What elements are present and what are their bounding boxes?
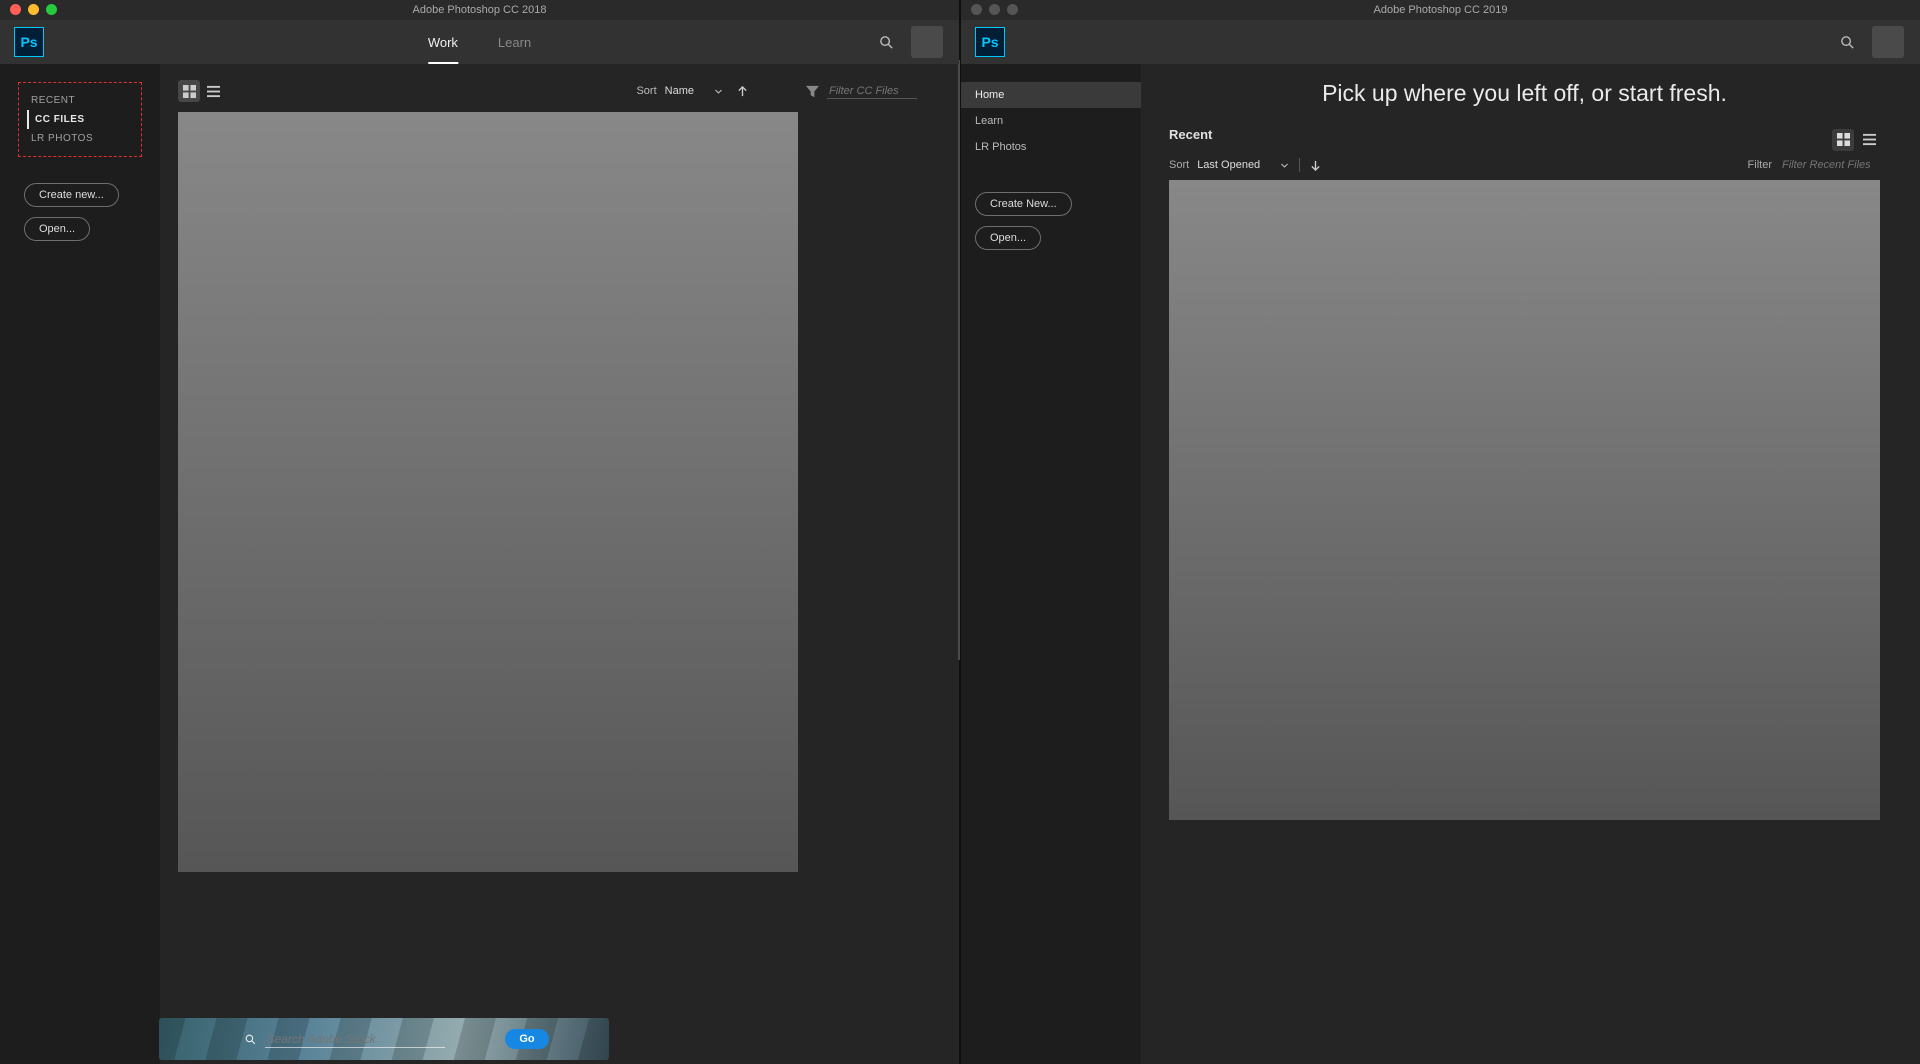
create-new-button[interactable]: Create New... (975, 192, 1072, 216)
window-photoshop-2018: Adobe Photoshop CC 2018 Ps Work Learn RE… (0, 0, 961, 1064)
sort-direction-icon[interactable] (737, 86, 748, 97)
list-view-icon[interactable] (202, 80, 224, 102)
titlebar-2019: Adobe Photoshop CC 2019 (961, 0, 1920, 20)
grid-view-icon[interactable] (178, 80, 200, 102)
account-avatar[interactable] (1872, 26, 1904, 58)
account-avatar[interactable] (911, 26, 943, 58)
sidebar-2018: RECENT CC FILES LR PHOTOS Create new... … (0, 64, 160, 1064)
split-handle[interactable] (958, 60, 960, 660)
sort-control[interactable]: Sort Last Opened (1169, 159, 1289, 171)
sidebar-item-cc-files[interactable]: CC FILES (27, 110, 133, 129)
photoshop-logo-icon[interactable]: Ps (14, 27, 44, 57)
content-2019: Pick up where you left off, or start fre… (1141, 64, 1920, 1064)
adobe-stock-search-input[interactable] (265, 1031, 445, 1048)
list-view-icon[interactable] (1858, 129, 1880, 151)
open-button[interactable]: Open... (975, 226, 1041, 250)
close-window-icon[interactable] (971, 4, 982, 15)
window-title: Adobe Photoshop CC 2019 (1374, 4, 1508, 16)
window-title: Adobe Photoshop CC 2018 (413, 4, 547, 16)
divider (1299, 158, 1300, 172)
titlebar-2018: Adobe Photoshop CC 2018 (0, 0, 959, 20)
sort-control[interactable]: Sort Name (636, 85, 723, 97)
content-2018: Sort Name (160, 64, 959, 1064)
tab-learn[interactable]: Learn (498, 20, 531, 64)
search-icon (244, 1033, 257, 1046)
adobe-stock-bar: Go (159, 1018, 609, 1060)
header-2018: Ps Work Learn (0, 20, 959, 64)
section-title-recent: Recent (1169, 127, 1212, 142)
window-controls (10, 4, 57, 15)
sort-value: Name (665, 85, 694, 97)
sidebar-item-recent[interactable]: RECENT (27, 91, 133, 110)
sidebar-item-home[interactable]: Home (961, 82, 1141, 108)
sidebar-nav-highlight: RECENT CC FILES LR PHOTOS (18, 82, 142, 157)
grid-view-icon[interactable] (1832, 129, 1854, 151)
adobe-stock-go-button[interactable]: Go (505, 1029, 548, 1049)
close-window-icon[interactable] (10, 4, 21, 15)
sort-direction-icon[interactable] (1310, 160, 1321, 171)
chevron-down-icon (1280, 161, 1289, 170)
tab-work[interactable]: Work (428, 20, 458, 64)
document-preview[interactable] (1169, 180, 1880, 820)
sidebar-item-lr-photos[interactable]: LR Photos (961, 134, 1141, 160)
view-toggle (1832, 129, 1880, 151)
minimize-window-icon[interactable] (989, 4, 1000, 15)
filter-input[interactable] (827, 84, 917, 99)
zoom-window-icon[interactable] (46, 4, 57, 15)
create-new-button[interactable]: Create new... (24, 183, 119, 207)
welcome-headline: Pick up where you left off, or start fre… (1169, 80, 1880, 107)
search-icon[interactable] (1839, 34, 1856, 51)
zoom-window-icon[interactable] (1007, 4, 1018, 15)
photoshop-logo-icon[interactable]: Ps (975, 27, 1005, 57)
sidebar-2019: Home Learn LR Photos Create New... Open.… (961, 64, 1141, 1064)
sidebar-item-lr-photos[interactable]: LR PHOTOS (27, 129, 133, 148)
search-icon[interactable] (878, 34, 895, 51)
filter-input[interactable] (1780, 158, 1880, 172)
chevron-down-icon (714, 87, 723, 96)
document-preview[interactable] (178, 112, 798, 872)
filter-icon[interactable] (806, 85, 819, 98)
sort-value: Last Opened (1197, 159, 1260, 171)
sort-label: Sort (636, 85, 656, 97)
window-photoshop-2019: Adobe Photoshop CC 2019 Ps Home Learn LR… (961, 0, 1920, 1064)
sidebar-item-learn[interactable]: Learn (961, 108, 1141, 134)
open-button[interactable]: Open... (24, 217, 90, 241)
sort-label: Sort (1169, 159, 1189, 171)
window-controls (971, 4, 1018, 15)
header-2019: Ps (961, 20, 1920, 64)
filter-label: Filter (1748, 159, 1772, 171)
view-toggle (178, 80, 224, 102)
minimize-window-icon[interactable] (28, 4, 39, 15)
